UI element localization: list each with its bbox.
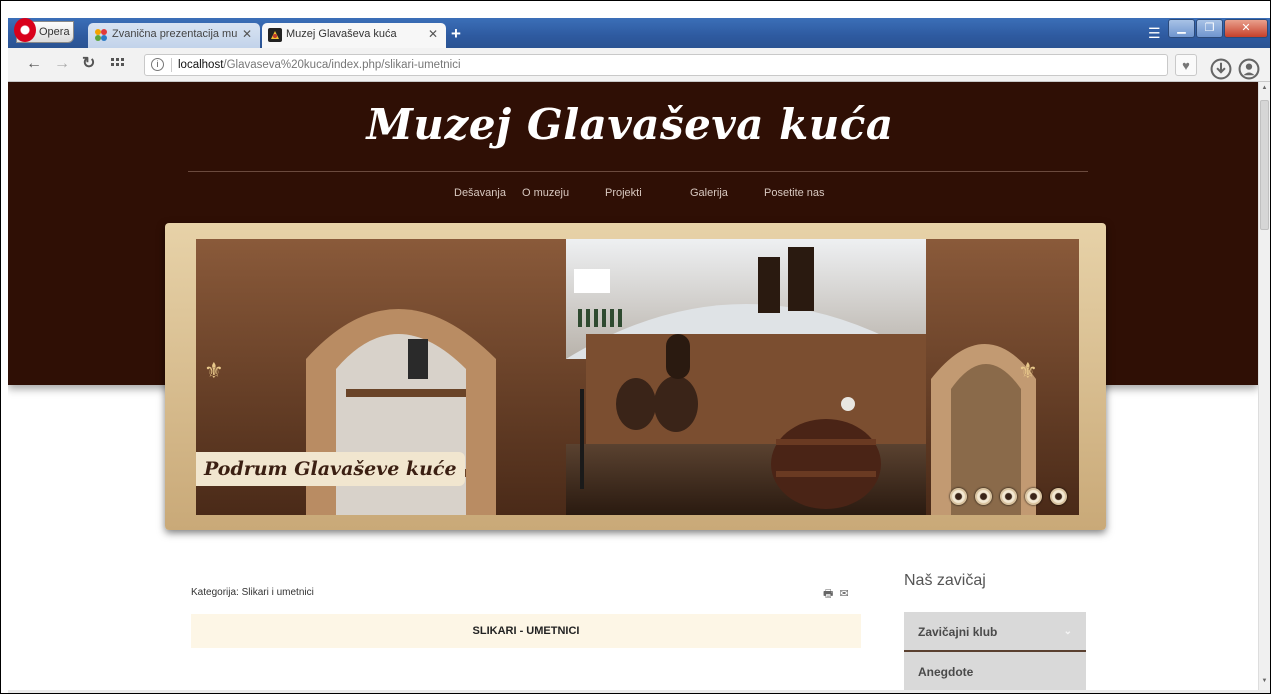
sidebar-item-label: Anegdote	[918, 665, 974, 679]
tab-bar: Opera Zvanična prezentacija mu ✕ Muzej G…	[8, 18, 1270, 48]
ornament-left-icon: ⚜	[204, 358, 224, 383]
window-bottom-edge	[8, 690, 1270, 693]
url-host: localhost	[178, 59, 224, 71]
web-page: Muzej Glavaševa kuća Dešavanja O muzeju …	[8, 82, 1258, 690]
reload-icon[interactable]: ↻	[82, 55, 95, 73]
slide-dot-1[interactable]	[950, 488, 967, 505]
forward-icon[interactable]: →	[54, 55, 70, 73]
back-icon[interactable]: ←	[26, 55, 42, 73]
scroll-up-icon[interactable]: ▲	[1259, 85, 1270, 91]
chevron-down-icon[interactable]: ⌄	[1064, 612, 1072, 652]
maximize-button[interactable]: ❐	[1196, 19, 1223, 38]
nav-item-projekti[interactable]: Projekti	[605, 187, 642, 199]
tab-muzej-glavaseva-kuca[interactable]: Muzej Glavaševa kuća ✕	[262, 23, 446, 48]
speed-dial-icon[interactable]	[111, 58, 125, 70]
close-tab-icon[interactable]: ✕	[428, 23, 438, 46]
title-divider	[188, 171, 1088, 172]
slide-caption: Podrum Glavaševe kuće	[196, 452, 465, 486]
sidebar-menu: Zavičajni klub ⌄ Anegdote	[904, 612, 1086, 690]
print-icon[interactable]: 🖶	[823, 588, 833, 600]
tab-zvanicna-prezentacija[interactable]: Zvanična prezentacija mu ✕	[88, 23, 260, 48]
account-icon[interactable]	[1238, 58, 1260, 80]
tab-title: Muzej Glavaševa kuća	[286, 28, 397, 40]
minimize-button[interactable]: ▁	[1168, 19, 1195, 38]
article-category: Kategorija: Slikari i umetnici	[191, 587, 314, 598]
nav-item-galerija[interactable]: Galerija	[690, 187, 728, 199]
new-tab-button[interactable]: +	[451, 24, 461, 44]
ornament-right-icon: ⚜	[1018, 358, 1038, 383]
site-title[interactable]: Muzej Glavaševa kuća	[120, 100, 1140, 149]
heart-icon[interactable]: ♥	[1175, 54, 1197, 76]
vertical-scrollbar[interactable]: ▲ ▼	[1258, 82, 1270, 690]
sidebar-item-anegdote[interactable]: Anegdote	[904, 652, 1086, 690]
sidebar-item-zavicajni-klub[interactable]: Zavičajni klub ⌄	[904, 612, 1086, 652]
slide-dot-5[interactable]	[1050, 488, 1067, 505]
joomla-icon	[95, 29, 107, 41]
browser-window: Opera Zvanična prezentacija mu ✕ Muzej G…	[0, 0, 1271, 694]
opera-menu-button[interactable]: Opera	[14, 18, 74, 43]
url-text: localhost/Glavaseva%20kuca/index.php/sli…	[178, 55, 461, 75]
slide-dot-3[interactable]	[1000, 488, 1017, 505]
url-path: /Glavaseva%20kuca/index.php/slikari-umet…	[223, 59, 461, 71]
site-info-icon[interactable]: i	[151, 58, 164, 71]
url-input[interactable]: i localhost/Glavaseva%20kuca/index.php/s…	[144, 54, 1168, 76]
nav-item-desavanja[interactable]: Dešavanja	[454, 187, 506, 199]
scroll-down-icon[interactable]: ▼	[1259, 678, 1270, 684]
tab-title: Zvanična prezentacija mu	[112, 28, 238, 40]
address-bar: ← → ↻ i localhost/Glavaseva%20kuca/index…	[8, 48, 1270, 82]
download-icon[interactable]	[1210, 58, 1232, 80]
site-favicon-icon	[268, 28, 282, 42]
url-separator	[171, 58, 172, 72]
close-window-button[interactable]: ✕	[1224, 19, 1268, 38]
opera-logo-icon	[14, 18, 36, 42]
slide-dot-2[interactable]	[975, 488, 992, 505]
email-icon[interactable]: ✉	[839, 588, 848, 600]
article-heading: SLIKARI - UMETNICI	[191, 614, 861, 648]
tab-menu-icon[interactable]: ☰	[1148, 25, 1161, 42]
nav-item-o-muzeju[interactable]: O muzeju	[522, 187, 569, 199]
scrollbar-thumb[interactable]	[1260, 100, 1269, 230]
sidebar-item-label: Zavičajni klub	[918, 625, 998, 639]
opera-label: Opera	[39, 26, 70, 38]
sidebar-title: Naš zavičaj	[904, 572, 986, 589]
slide-dot-4[interactable]	[1025, 488, 1042, 505]
nav-item-posetite-nas[interactable]: Posetite nas	[764, 187, 825, 199]
article-tools: 🖶 ✉	[823, 585, 849, 604]
close-tab-icon[interactable]: ✕	[242, 23, 252, 46]
